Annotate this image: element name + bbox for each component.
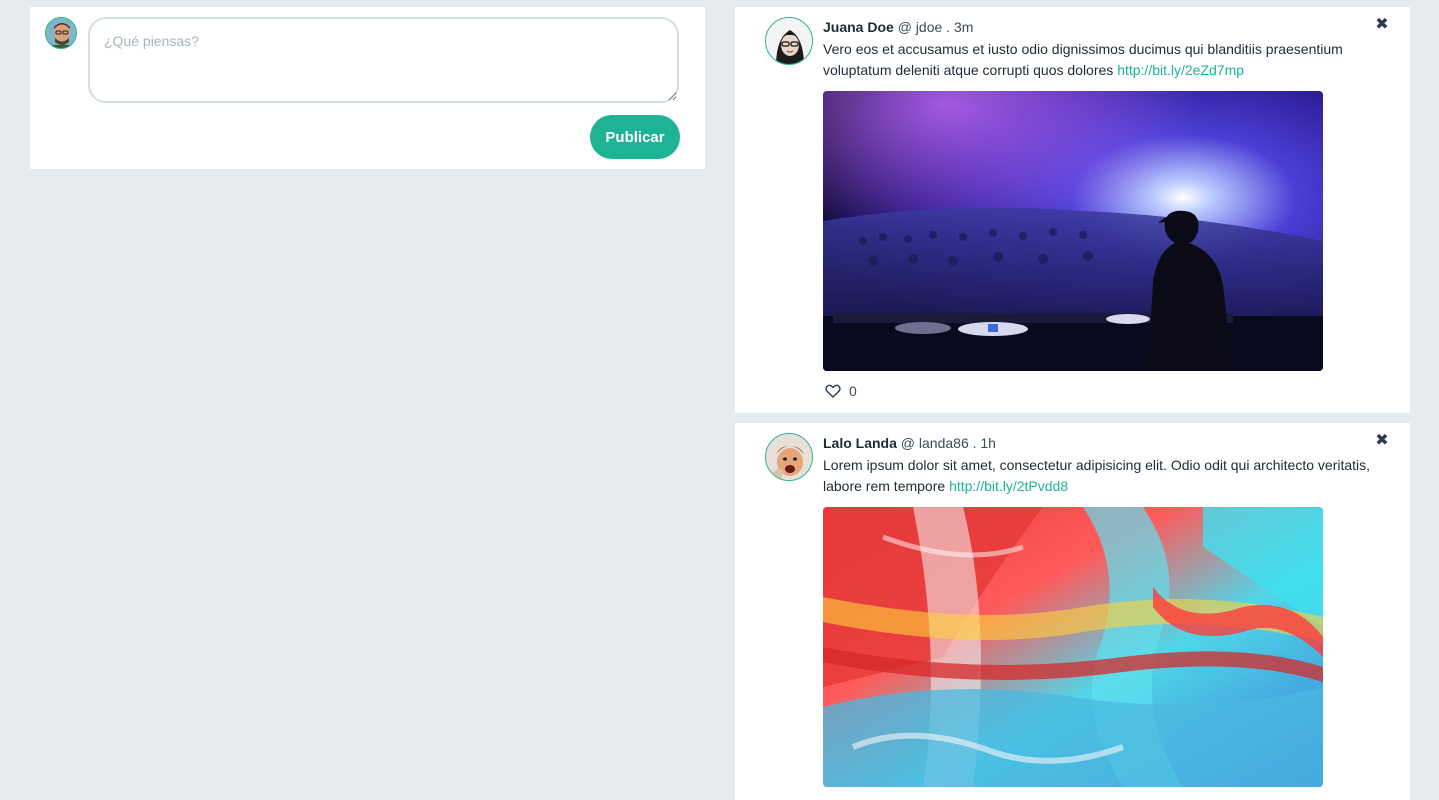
feed-post: Lalo Landa @ landa86 . 1h ✖ Lorem ipsum …: [735, 423, 1410, 800]
author-name[interactable]: Lalo Landa: [823, 435, 897, 451]
post-body: Lorem ipsum dolor sit amet, consectetur …: [823, 457, 1371, 494]
post-text: Vero eos et accusamus et iusto odio dign…: [823, 39, 1383, 81]
author-avatar[interactable]: [765, 17, 813, 65]
heart-icon[interactable]: [825, 383, 841, 399]
post-meta: Lalo Landa @ landa86 . 1h: [823, 434, 996, 452]
post-text: Lorem ipsum dolor sit amet, consectetur …: [823, 455, 1383, 497]
author-avatar[interactable]: [765, 433, 813, 481]
author-handle-time: @ landa86 . 1h: [900, 435, 996, 451]
post-meta: Juana Doe @ jdoe . 3m: [823, 18, 973, 36]
likes-section: 0: [825, 383, 857, 399]
post-image[interactable]: [823, 91, 1323, 371]
author-name[interactable]: Juana Doe: [823, 19, 894, 35]
post-body: Vero eos et accusamus et iusto odio dign…: [823, 41, 1343, 78]
publish-button[interactable]: Publicar: [590, 115, 680, 159]
likes-count: 0: [849, 383, 857, 399]
current-user-avatar[interactable]: [45, 17, 77, 49]
feed-post: Juana Doe @ jdoe . 3m ✖ Vero eos et accu…: [735, 7, 1410, 413]
post-image[interactable]: [823, 507, 1323, 787]
post-composer: Publicar: [30, 7, 705, 169]
post-link[interactable]: http://bit.ly/2tPvdd8: [949, 478, 1068, 494]
post-textarea[interactable]: [88, 17, 679, 103]
post-link[interactable]: http://bit.ly/2eZd7mp: [1117, 62, 1244, 78]
author-handle-time: @ jdoe . 3m: [897, 19, 974, 35]
close-icon[interactable]: ✖: [1374, 17, 1390, 33]
close-icon[interactable]: ✖: [1374, 433, 1390, 449]
